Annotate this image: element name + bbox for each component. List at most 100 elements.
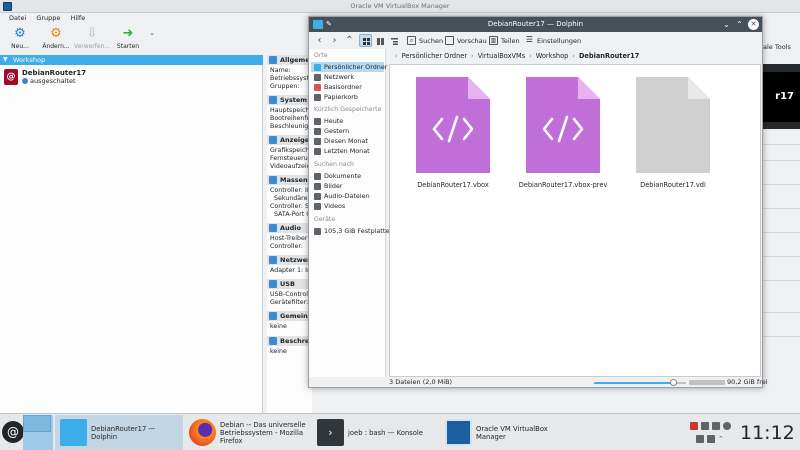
breadcrumb-home[interactable]: Persönlicher Ordner	[402, 52, 467, 60]
change-vm-button[interactable]: ⚙ Ändern...	[38, 24, 74, 54]
file-item[interactable]: DebianRouter17.vbox	[398, 71, 498, 191]
compact-view-button[interactable]	[373, 34, 386, 47]
speaker-icon[interactable]	[712, 422, 720, 430]
search-videos[interactable]: Videos	[311, 201, 384, 211]
detail-row: keine	[270, 323, 287, 330]
detail-row: SATA-Port 0:	[274, 211, 312, 218]
details-description-header[interactable]: Beschreibung	[267, 336, 312, 346]
file-item[interactable]: DebianRouter17.vbox-prev	[508, 71, 608, 191]
recent-this-month[interactable]: Diesen Monat	[311, 136, 384, 146]
close-button[interactable]: ✕	[748, 19, 759, 30]
compact-list-icon	[377, 38, 384, 45]
minimize-button[interactable]: ⌄	[721, 19, 732, 30]
task-label: Debian -- Das universelle	[220, 420, 306, 429]
recent-heading: Kürzlich Gespeicherte	[314, 106, 382, 113]
place-label: Basisordner	[324, 83, 362, 91]
back-button[interactable]: ‹	[313, 34, 326, 47]
chevron-down-icon[interactable]: ▼	[3, 56, 11, 64]
detail-row: Controller: SA	[270, 203, 312, 210]
forward-button[interactable]: ›	[328, 34, 341, 47]
zoom-slider-track[interactable]	[594, 382, 674, 384]
breadcrumb-current[interactable]: DebianRouter17	[579, 52, 639, 60]
clipboard-icon[interactable]	[701, 422, 709, 430]
discard-label: Verwerfen...	[73, 43, 111, 50]
maximize-button[interactable]: ⌃	[734, 19, 745, 30]
search-audio[interactable]: Audio-Dateien	[311, 191, 384, 201]
search-images[interactable]: Bilder	[311, 181, 384, 191]
section-title: System	[280, 96, 308, 104]
recent-today[interactable]: Heute	[311, 116, 384, 126]
preview-button[interactable]: Vorschau	[445, 34, 487, 47]
split-button[interactable]: ▥ Teilen	[489, 34, 520, 47]
breadcrumb-virtualboxvms[interactable]: VirtualBoxVMs	[478, 52, 525, 60]
details-system-header[interactable]: System	[267, 95, 312, 105]
details-shared-folders-header[interactable]: Gemeinsame	[267, 311, 312, 321]
details-audio-header[interactable]: Audio	[267, 223, 312, 233]
up-button[interactable]: ⌃	[343, 34, 356, 47]
task-virtualbox[interactable]: Oracle VM VirtualBox Manager	[440, 415, 570, 450]
place-trash[interactable]: Papierkorb	[311, 92, 384, 102]
menu-gruppe[interactable]: Gruppe	[31, 13, 65, 24]
vm-list-item[interactable]: @ DebianRouter17 ausgeschaltet	[2, 68, 261, 88]
trash-icon	[314, 93, 321, 101]
search-icon: ⌕	[407, 36, 416, 45]
menu-datei[interactable]: Datei	[4, 13, 31, 24]
network-icon[interactable]	[723, 422, 731, 430]
divider	[763, 280, 800, 281]
place-root[interactable]: Basisordner	[311, 82, 384, 92]
pin-icon[interactable]: ✎	[326, 19, 334, 29]
clock[interactable]: 11:12	[740, 422, 795, 444]
recent-last-month[interactable]: Letzten Monat	[311, 146, 384, 156]
devices-icon[interactable]	[707, 435, 715, 443]
recent-yesterday[interactable]: Gestern	[311, 126, 384, 136]
global-tools-label[interactable]: ale Tools	[763, 43, 791, 51]
discard-button[interactable]: ⇩ Verwerfen...	[74, 24, 110, 54]
task-konsole[interactable]: › joeb : bash — Konsole	[312, 415, 438, 450]
window-title: Oracle VM VirtualBox Manager	[0, 0, 800, 13]
settings-button[interactable]: ☰ Einstellungen	[525, 34, 581, 47]
place-network[interactable]: Netzwerk	[311, 72, 384, 82]
details-view-button[interactable]	[387, 34, 400, 47]
battery-icon[interactable]	[696, 435, 704, 443]
detail-row: Gruppen:	[270, 83, 300, 90]
group-label: Workshop	[13, 56, 46, 64]
breadcrumb-workshop[interactable]: Workshop	[536, 52, 569, 60]
chevron-up-icon: ⌃	[345, 35, 354, 46]
details-storage-header[interactable]: Massenspeicher	[267, 175, 312, 185]
xml-file-icon	[526, 77, 600, 173]
chevron-up-icon[interactable]: ⌃	[718, 435, 726, 443]
chevron-right-icon: ›	[572, 52, 575, 60]
vm-group-header[interactable]: Workshop	[0, 55, 263, 65]
details-display-header[interactable]: Anzeige	[267, 135, 312, 145]
place-label: Heute	[324, 117, 344, 125]
new-vm-button[interactable]: ⚙ Neu...	[2, 24, 38, 54]
search-documents[interactable]: Dokumente	[311, 171, 384, 181]
start-vm-button[interactable]: ➜ Starten	[110, 24, 146, 54]
virtualbox-app-icon[interactable]	[3, 2, 12, 11]
free-space-bar	[689, 380, 725, 385]
application-launcher[interactable]: @	[2, 421, 24, 443]
device-harddisk[interactable]: 105,3 GiB Festplatte	[311, 226, 389, 236]
file-name: DebianRouter17.vbox	[417, 181, 489, 189]
search-button[interactable]: ⌕ Suchen	[407, 34, 443, 47]
start-label: Starten	[116, 43, 140, 50]
task-dolphin[interactable]: DebianRouter17 — Dolphin	[55, 415, 183, 450]
icons-view-button[interactable]	[359, 34, 372, 47]
zoom-slider-handle[interactable]	[670, 379, 677, 386]
start-dropdown[interactable]: ⌄	[146, 24, 158, 54]
details-network-header[interactable]: Netzwerk	[267, 255, 312, 265]
file-item[interactable]: DebianRouter17.vdi	[618, 71, 718, 191]
firefox-icon	[189, 419, 216, 446]
notification-icon[interactable]	[690, 422, 698, 430]
place-home[interactable]: Persönlicher Ordner	[311, 62, 387, 72]
task-firefox[interactable]: Debian -- Das universelle Betriebssystem …	[184, 415, 310, 450]
usb-icon	[269, 280, 277, 288]
detail-row: Adapter 1: In	[270, 267, 311, 274]
file-view[interactable]: DebianRouter17.vbox DebianRouter17.vbox-…	[389, 64, 761, 377]
details-usb-header[interactable]: USB	[267, 279, 312, 289]
details-general-header[interactable]: Allgemein	[267, 55, 312, 65]
chevron-right-icon: ›	[332, 35, 337, 46]
folder-app-icon[interactable]	[313, 20, 323, 29]
menu-hilfe[interactable]: Hilfe	[65, 13, 90, 24]
harddisk-icon	[314, 227, 321, 235]
